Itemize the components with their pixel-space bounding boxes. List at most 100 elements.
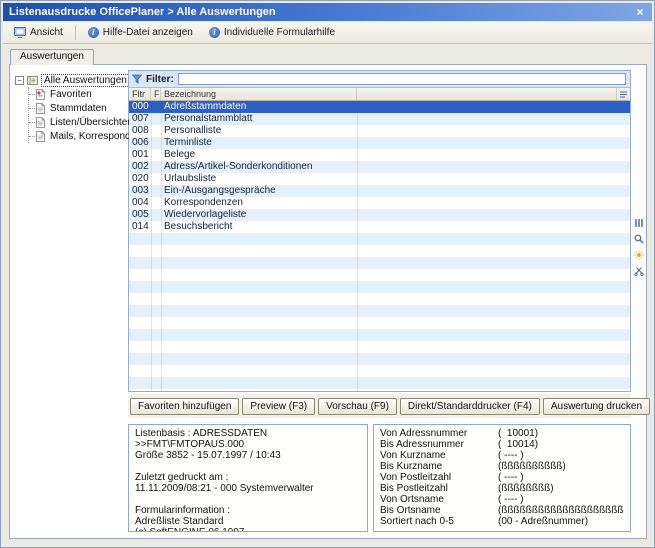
range-label: Von Postleitzahl xyxy=(380,472,498,483)
tree-item-alle-auswertungen[interactable]: − Alle Auswertungen xyxy=(15,73,124,87)
header-bezeichnung[interactable]: Bezeichnung xyxy=(161,88,357,100)
header-fltr[interactable]: Fltr xyxy=(129,88,151,100)
preview-f3-button[interactable]: Preview (F3) xyxy=(242,398,315,415)
row-rest xyxy=(357,209,630,221)
table-row[interactable]: 008 Personalliste xyxy=(129,125,630,137)
row-bezeichnung: Terminliste xyxy=(161,137,357,149)
toolbar: Ansicht i Hilfe-Datei anzeigen i Individ… xyxy=(3,22,652,44)
row-bezeichnung: Besuchsbericht xyxy=(161,221,357,233)
ansicht-label: Ansicht xyxy=(30,27,63,38)
app-window: Listenausdrucke OfficePlaner > Alle Ausw… xyxy=(0,0,655,548)
table-row[interactable]: 003 Ein-/Ausgangsgespräche xyxy=(129,185,630,197)
row-rest xyxy=(357,221,630,233)
formularhilfe-label: Individuelle Formularhilfe xyxy=(224,27,335,38)
cut-icon[interactable] xyxy=(634,265,645,276)
table-row[interactable]: 000 Adreßstammdaten xyxy=(129,101,630,113)
row-rest xyxy=(357,125,630,137)
row-fltr: 006 xyxy=(129,137,151,149)
main-panel: Filter: Fltr F Bezeichnung xyxy=(128,70,631,533)
row-fltr: 014 xyxy=(129,221,151,233)
hilfe-datei-button[interactable]: i Hilfe-Datei anzeigen xyxy=(81,24,200,41)
row-bezeichnung: Adreßstammdaten xyxy=(161,101,357,113)
help-file-icon: i xyxy=(88,27,99,38)
side-tool-rail xyxy=(633,217,645,276)
row-fltr: 003 xyxy=(129,185,151,197)
info-line: >>FMT\FMTOPAUS.000 xyxy=(135,439,361,450)
row-fltr: 004 xyxy=(129,197,151,209)
page-icon xyxy=(36,103,45,114)
toolbar-separator xyxy=(75,26,76,40)
row-bezeichnung: Personalstammblatt xyxy=(161,113,357,125)
range-label: Von Ortsname xyxy=(380,494,498,505)
row-f xyxy=(151,185,161,197)
row-fltr: 008 xyxy=(129,125,151,137)
row-f xyxy=(151,221,161,233)
tree-item-favoriten[interactable]: Favoriten xyxy=(29,87,124,101)
range-row: Sortiert nach 0-5 (00 - Adreßnummer) xyxy=(380,516,624,527)
row-rest xyxy=(357,113,630,125)
page-icon xyxy=(36,117,45,128)
zoom-icon[interactable] xyxy=(634,233,645,244)
table-row[interactable]: 007 Personalstammblatt xyxy=(129,113,630,125)
info-line: Größe 3852 - 15.07.1997 / 10:43 xyxy=(135,450,361,461)
row-bezeichnung: Korrespondenzen xyxy=(161,197,357,209)
favorites-page-icon xyxy=(36,89,45,100)
table-row[interactable]: 001 Belege xyxy=(129,149,630,161)
header-f[interactable]: F xyxy=(151,88,161,100)
ansicht-button[interactable]: Ansicht xyxy=(7,24,70,41)
tree-item-label: Alle Auswertungen xyxy=(41,74,130,87)
vorschau-f9-button[interactable]: Vorschau (F9) xyxy=(318,398,397,415)
info-line: Formularinformation : xyxy=(135,505,361,516)
row-f xyxy=(151,113,161,125)
row-f xyxy=(151,209,161,221)
funnel-icon xyxy=(132,74,142,84)
info-panels: Listenbasis : ADRESSDATEN>>FMT\FMTOPAUS.… xyxy=(128,424,631,533)
row-f xyxy=(151,161,161,173)
row-f xyxy=(151,101,161,113)
row-rest xyxy=(357,137,630,149)
row-f xyxy=(151,125,161,137)
table-row[interactable]: 014 Besuchsbericht xyxy=(129,221,630,233)
range-value: ( 10014) xyxy=(498,439,624,450)
filter-label: Filter: xyxy=(146,74,174,85)
range-label: Bis Postleitzahl xyxy=(380,483,498,494)
tab-auswertungen[interactable]: Auswertungen xyxy=(10,49,94,65)
tree-item-mails-korrespondenzen[interactable]: Mails, Korrespondenzen xyxy=(29,129,124,143)
info-line: 11.11.2009/08:21 - 000 Systemverwalter xyxy=(135,483,361,494)
row-rest xyxy=(357,197,630,209)
table-row[interactable]: 006 Terminliste xyxy=(129,137,630,149)
range-value: (ßßßßßßßß) xyxy=(498,483,624,494)
row-bezeichnung: Urlaubsliste xyxy=(161,173,357,185)
range-value: ( ---- ) xyxy=(498,494,624,505)
row-fltr: 007 xyxy=(129,113,151,125)
filter-input[interactable] xyxy=(178,73,626,85)
row-f xyxy=(151,173,161,185)
row-fltr: 000 xyxy=(129,101,151,113)
sun-icon[interactable] xyxy=(634,249,645,260)
print-report-button[interactable]: Auswertung drucken xyxy=(543,398,650,415)
content-frame: − Alle Auswertungen Favoriten St xyxy=(9,64,647,539)
row-rest xyxy=(357,161,630,173)
info-line xyxy=(135,494,361,505)
range-value: ( 10001) xyxy=(498,428,624,439)
row-f xyxy=(151,137,161,149)
range-row: Bis Postleitzahl (ßßßßßßßß) xyxy=(380,483,624,494)
range-value: ( ---- ) xyxy=(498,450,624,461)
add-favorites-button[interactable]: Favoriten hinzufügen xyxy=(130,398,239,415)
close-button[interactable]: × xyxy=(632,5,648,19)
formularhilfe-button[interactable]: i Individuelle Formularhilfe xyxy=(202,24,342,41)
row-rest xyxy=(357,185,630,197)
table-row[interactable]: 005 Wiedervorlageliste xyxy=(129,209,630,221)
columns-icon[interactable] xyxy=(634,217,645,228)
tree-item-listen-uebersichten[interactable]: Listen/Übersichten xyxy=(29,115,124,129)
row-bezeichnung: Belege xyxy=(161,149,357,161)
tree-expander-icon[interactable]: − xyxy=(15,76,24,85)
table-row[interactable]: 002 Adress/Artikel-Sonderkonditionen xyxy=(129,161,630,173)
tree-item-stammdaten[interactable]: Stammdaten xyxy=(29,101,124,115)
row-fltr: 002 xyxy=(129,161,151,173)
table-row[interactable]: 020 Urlaubsliste xyxy=(129,173,630,185)
direct-printer-f4-button[interactable]: Direkt/Standarddrucker (F4) xyxy=(400,398,540,415)
column-options-icon[interactable] xyxy=(617,88,630,100)
table-row[interactable]: 004 Korrespondenzen xyxy=(129,197,630,209)
row-rest xyxy=(357,101,630,113)
